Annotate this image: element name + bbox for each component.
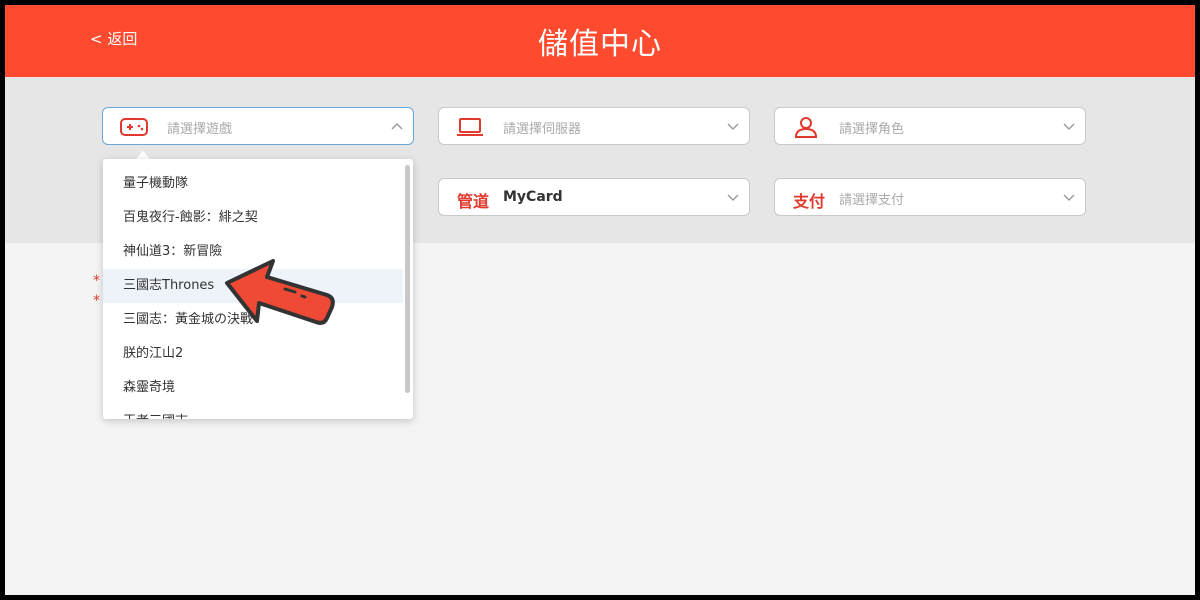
chevron-up-icon <box>391 123 403 130</box>
dropdown-scrollbar[interactable] <box>405 165 410 393</box>
chevron-down-icon <box>1063 123 1075 130</box>
game-select[interactable]: 請選擇遊戲 <box>102 107 414 145</box>
role-select-placeholder: 請選擇角色 <box>839 122 905 137</box>
payment-select[interactable]: 支付 請選擇支付 <box>774 178 1086 216</box>
dropdown-option[interactable]: 森靈奇境 <box>103 371 403 405</box>
payment-label: 支付 <box>793 192 826 211</box>
chevron-down-icon <box>1063 194 1075 201</box>
user-icon <box>794 117 818 138</box>
chevron-down-icon <box>727 123 739 130</box>
channel-label: 管道 <box>457 192 490 211</box>
required-mark: * <box>93 273 100 289</box>
game-select-placeholder: 請選擇遊戲 <box>167 122 233 137</box>
dropdown-option[interactable]: 量子機動隊 <box>103 167 403 201</box>
chevron-down-icon <box>727 194 739 201</box>
header-bar: < 返回 儲值中心 <box>5 5 1195 77</box>
laptop-icon <box>457 118 483 136</box>
server-select[interactable]: 請選擇伺服器 <box>438 107 750 145</box>
dropdown-option[interactable]: 王者三國志 <box>103 405 403 419</box>
gamepad-icon <box>120 118 148 136</box>
channel-value: MyCard <box>503 189 563 205</box>
role-select[interactable]: 請選擇角色 <box>774 107 1086 145</box>
pointer-arrow-icon <box>225 259 335 325</box>
server-select-placeholder: 請選擇伺服器 <box>503 122 582 137</box>
page-title: 儲值中心 <box>538 27 662 62</box>
channel-select[interactable]: 管道 MyCard <box>438 178 750 216</box>
required-mark: * <box>93 293 100 309</box>
payment-select-placeholder: 請選擇支付 <box>839 193 905 208</box>
app-frame: < 返回 儲值中心 請選擇遊戲 請選擇伺服器 請選擇角色 管道 MyCard 支… <box>5 5 1195 595</box>
dropdown-option[interactable]: 百鬼夜行-蝕影：緋之契 <box>103 201 403 235</box>
